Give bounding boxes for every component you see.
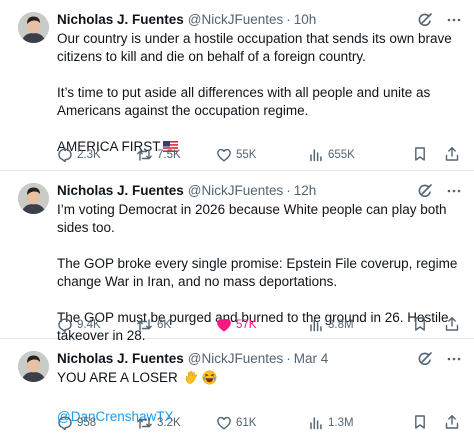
- tweet[interactable]: Nicholas J. Fuentes @NickJFuentes · 12h: [0, 171, 474, 343]
- repost-count: 7.5K: [157, 149, 181, 161]
- avatar[interactable]: [18, 183, 49, 214]
- tweet-secondary-actions: [412, 414, 460, 433]
- avatar[interactable]: [18, 351, 49, 382]
- like-count: 57K: [236, 319, 257, 331]
- views-count: 3.8M: [328, 319, 354, 331]
- author-name[interactable]: Nicholas J. Fuentes: [57, 182, 184, 200]
- tweet-actions: 2.3K 7.5K 55K 655K: [57, 146, 460, 164]
- tweet-secondary-actions: [412, 146, 460, 165]
- repost-button[interactable]: 6K: [136, 317, 216, 333]
- tweet-paragraph: The GOP broke every single promise: Epst…: [57, 256, 458, 289]
- separator: ·: [286, 351, 291, 366]
- share-icon[interactable]: [444, 146, 460, 165]
- bookmark-icon[interactable]: [412, 146, 428, 165]
- author-handle[interactable]: @NickJFuentes: [188, 182, 283, 200]
- tweet-content: Nicholas J. Fuentes @NickJFuentes · 10h: [57, 11, 462, 157]
- bookmark-icon[interactable]: [412, 316, 428, 335]
- share-icon[interactable]: [444, 316, 460, 335]
- reply-button[interactable]: 2.3K: [57, 147, 136, 163]
- header-actions: [417, 183, 462, 199]
- heart-icon: [217, 318, 231, 332]
- grok-icon[interactable]: [417, 12, 433, 28]
- views-icon: [310, 417, 322, 430]
- reply-button[interactable]: 9.4K: [57, 317, 136, 333]
- views-button[interactable]: 3.8M: [308, 317, 400, 333]
- tweet-header: Nicholas J. Fuentes @NickJFuentes · Mar …: [57, 350, 462, 368]
- like-button[interactable]: 61K: [216, 415, 308, 431]
- repost-button[interactable]: 3.2K: [136, 415, 216, 431]
- tweet-paragraph: It’s time to put aside all differences w…: [57, 85, 431, 118]
- views-count: 655K: [328, 149, 355, 161]
- tweet-actions: 958 3.2K 61K 1.3M: [57, 414, 460, 432]
- heart-icon: [217, 148, 231, 162]
- separator: ·: [286, 12, 291, 27]
- grok-icon[interactable]: [417, 351, 433, 367]
- repost-icon: [137, 417, 152, 429]
- timeline: Nicholas J. Fuentes @NickJFuentes · 10h: [0, 0, 474, 446]
- tweet-time[interactable]: 10h: [294, 11, 317, 29]
- repost-icon: [137, 149, 152, 161]
- tweet-secondary-actions: [412, 316, 460, 335]
- tweet-paragraph: Our country is under a hostile occupatio…: [57, 31, 452, 64]
- views-icon: [310, 149, 322, 162]
- like-count: 61K: [236, 417, 257, 429]
- tweet-text: Our country is under a hostile occupatio…: [57, 30, 462, 157]
- more-icon[interactable]: [446, 183, 462, 199]
- share-icon[interactable]: [444, 414, 460, 433]
- tweet[interactable]: Nicholas J. Fuentes @NickJFuentes · 10h: [0, 0, 474, 171]
- repost-button[interactable]: 7.5K: [136, 147, 216, 163]
- like-count: 55K: [236, 149, 257, 161]
- tweet-paragraph-text: YOU ARE A LOSER: [57, 370, 178, 385]
- like-button[interactable]: 57K: [216, 317, 308, 333]
- tweet-paragraph: YOU ARE A LOSER: [57, 369, 462, 390]
- reply-count: 2.3K: [77, 149, 101, 161]
- header-actions: [417, 351, 462, 367]
- reply-icon: [58, 416, 72, 431]
- reply-count: 9.4K: [77, 319, 101, 331]
- more-icon[interactable]: [446, 351, 462, 367]
- bookmark-icon[interactable]: [412, 414, 428, 433]
- heart-icon: [217, 416, 231, 430]
- views-icon: [310, 319, 322, 332]
- tweet-time[interactable]: Mar 4: [294, 350, 329, 368]
- author-name[interactable]: Nicholas J. Fuentes: [57, 11, 184, 29]
- laughing-emoji: [202, 370, 217, 390]
- repost-count: 3.2K: [157, 417, 181, 429]
- repost-count: 6K: [157, 319, 172, 331]
- views-button[interactable]: 655K: [308, 147, 400, 163]
- reply-count: 958: [77, 417, 97, 429]
- avatar[interactable]: [18, 12, 49, 43]
- views-button[interactable]: 1.3M: [308, 415, 400, 431]
- waving-hand-emoji: [184, 370, 199, 390]
- tweet-paragraph: I’m voting Democrat in 2026 because Whit…: [57, 202, 447, 235]
- grok-icon[interactable]: [417, 183, 433, 199]
- header-actions: [417, 12, 462, 28]
- more-icon[interactable]: [446, 12, 462, 28]
- tweet-header: Nicholas J. Fuentes @NickJFuentes · 12h: [57, 182, 462, 200]
- reply-icon: [58, 318, 72, 333]
- tweet[interactable]: Nicholas J. Fuentes @NickJFuentes · Mar …: [0, 339, 474, 446]
- author-handle[interactable]: @NickJFuentes: [188, 11, 283, 29]
- tweet-actions: 9.4K 6K 57K 3.8M: [57, 316, 460, 334]
- separator: ·: [286, 183, 291, 198]
- author-name[interactable]: Nicholas J. Fuentes: [57, 350, 184, 368]
- views-count: 1.3M: [328, 417, 354, 429]
- tweet-header: Nicholas J. Fuentes @NickJFuentes · 10h: [57, 11, 462, 29]
- like-button[interactable]: 55K: [216, 147, 308, 163]
- repost-icon: [137, 319, 152, 331]
- tweet-time[interactable]: 12h: [294, 182, 317, 200]
- reply-button[interactable]: 958: [57, 415, 136, 431]
- reply-icon: [58, 148, 72, 163]
- author-handle[interactable]: @NickJFuentes: [188, 350, 283, 368]
